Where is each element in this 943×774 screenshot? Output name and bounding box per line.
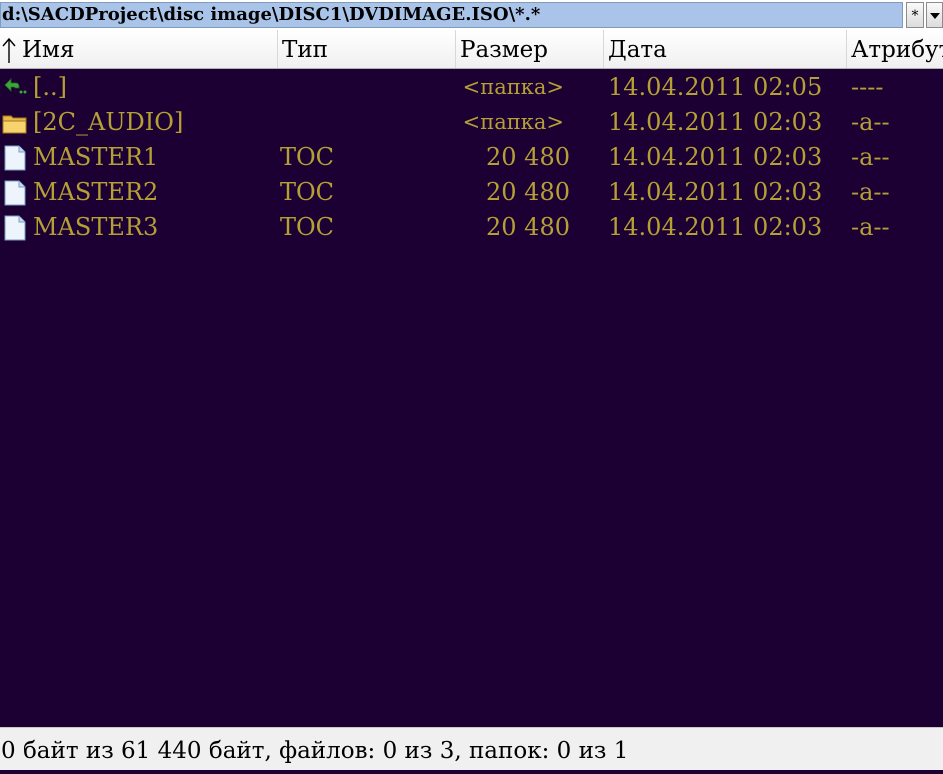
status-bar: 0 байт из 61 440 байт, файлов: 0 из 3, п… — [0, 727, 943, 770]
file-type: TOC — [280, 213, 335, 241]
file-date: 14.04.2011 02:03 — [608, 108, 823, 136]
column-size-label: Размер — [460, 37, 548, 63]
file-row[interactable]: MASTER1 TOC 20 480 14.04.2011 02:03 -a-- — [0, 140, 943, 175]
file-size: 20 480 — [486, 213, 570, 241]
file-icon — [4, 180, 26, 206]
file-name: [..] — [33, 73, 67, 101]
file-name: MASTER2 — [33, 178, 159, 206]
column-type-label: Тип — [282, 37, 328, 63]
file-type: TOC — [280, 178, 335, 206]
file-size: 20 480 — [486, 178, 570, 206]
file-attr: ---- — [851, 73, 884, 101]
column-size-header[interactable]: Размер — [456, 30, 604, 68]
file-row[interactable]: MASTER3 TOC 20 480 14.04.2011 02:03 -a-- — [0, 210, 943, 245]
file-attr: -a-- — [851, 143, 890, 171]
file-attr: -a-- — [851, 178, 890, 206]
history-dropdown-button[interactable] — [926, 2, 943, 28]
column-name-label: Имя — [22, 37, 75, 63]
file-row[interactable]: MASTER2 TOC 20 480 14.04.2011 02:03 -a-- — [0, 175, 943, 210]
column-name-header[interactable]: Имя — [0, 30, 278, 68]
file-attr: -a-- — [851, 213, 890, 241]
file-date: 14.04.2011 02:03 — [608, 213, 823, 241]
file-name: [2C_AUDIO] — [33, 108, 184, 136]
column-attr-header[interactable]: Атрибуты — [847, 30, 943, 68]
file-size: <папка> — [462, 75, 564, 99]
file-row[interactable]: [2C_AUDIO] <папка> 14.04.2011 02:03 -a-- — [0, 105, 943, 140]
file-icon — [4, 215, 26, 241]
column-date-header[interactable]: Дата — [604, 30, 847, 68]
file-size: <папка> — [462, 110, 564, 134]
column-date-label: Дата — [608, 37, 667, 63]
chevron-down-icon — [930, 13, 940, 19]
file-date: 14.04.2011 02:03 — [608, 178, 823, 206]
path-field[interactable]: d:\SACDProject\disc image\DISC1\DVDIMAGE… — [0, 2, 903, 28]
file-name: MASTER1 — [33, 143, 159, 171]
file-date: 14.04.2011 02:03 — [608, 143, 823, 171]
path-bar: d:\SACDProject\disc image\DISC1\DVDIMAGE… — [0, 0, 943, 30]
up-dir-icon — [4, 78, 27, 94]
file-date: 14.04.2011 02:05 — [608, 73, 823, 101]
file-name: MASTER3 — [33, 213, 159, 241]
column-attr-label: Атрибуты — [851, 37, 943, 63]
file-icon — [4, 145, 26, 171]
file-type: TOC — [280, 143, 335, 171]
column-type-header[interactable]: Тип — [278, 30, 456, 68]
file-attr: -a-- — [851, 108, 890, 136]
file-row-parent[interactable]: [..] <папка> 14.04.2011 02:05 ---- — [0, 70, 943, 105]
folder-icon — [2, 115, 27, 134]
filter-button[interactable]: * — [906, 2, 924, 28]
file-size: 20 480 — [486, 143, 570, 171]
sort-ascending-icon — [2, 37, 16, 63]
column-header: Имя Тип Размер Дата Атрибуты — [0, 30, 943, 69]
